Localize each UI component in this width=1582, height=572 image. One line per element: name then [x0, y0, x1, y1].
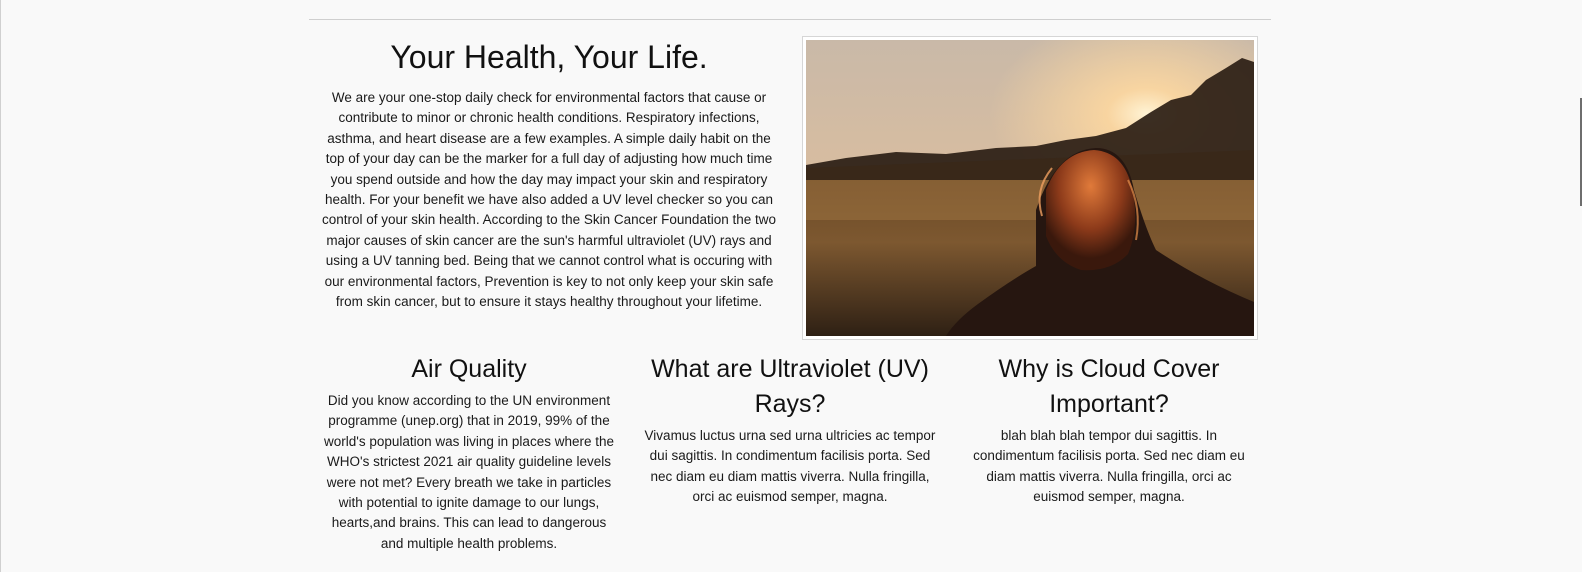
hero-description: We are your one-stop daily check for env…	[321, 90, 776, 310]
photo-woman-field-sunset-icon	[806, 40, 1254, 336]
air-quality-title: Air Quality	[411, 355, 527, 383]
uv-rays-title: What are Ultraviolet (UV) Rays?	[651, 355, 929, 418]
left-border	[0, 0, 1, 572]
air-quality-section: Air Quality Did you know according to th…	[319, 352, 619, 554]
top-divider	[309, 19, 1271, 20]
cloud-cover-text: blah blah blah tempor dui sagittis. In c…	[973, 428, 1245, 505]
page: Your Health, Your Life. We are your one-…	[0, 0, 1582, 572]
cloud-cover-title: Why is Cloud Cover Important?	[998, 355, 1220, 418]
hero-title: Your Health, Your Life.	[390, 39, 708, 75]
air-quality-text: Did you know according to the UN environ…	[324, 393, 614, 551]
cloud-cover-section: Why is Cloud Cover Important? blah blah …	[959, 352, 1259, 508]
uv-rays-text: Vivamus luctus urna sed urna ultricies a…	[644, 428, 936, 505]
hero-image	[802, 36, 1258, 340]
uv-rays-section: What are Ultraviolet (UV) Rays? Vivamus …	[642, 352, 938, 508]
hero-section: Your Health, Your Life. We are your one-…	[318, 34, 780, 312]
